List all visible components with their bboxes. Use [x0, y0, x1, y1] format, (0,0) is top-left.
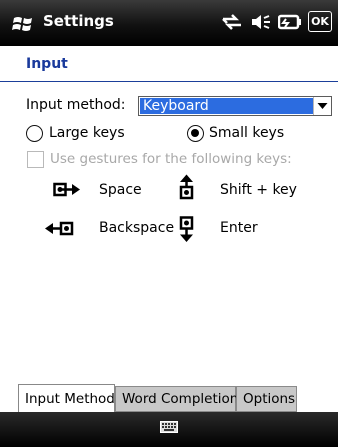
status-icons: OK	[220, 11, 332, 32]
battery-icon[interactable]	[278, 12, 302, 32]
page-title: Input	[26, 56, 68, 72]
large-keys-label[interactable]: Large keys	[49, 125, 125, 141]
tab-input-method[interactable]: Input Method	[18, 384, 115, 412]
backspace-gesture-icon	[45, 221, 74, 236]
small-keys-radio[interactable]	[187, 125, 204, 142]
space-gesture-label: Space	[99, 182, 142, 198]
volume-icon[interactable]	[250, 12, 272, 32]
page-header: Input	[0, 46, 338, 82]
enter-gesture-label: Enter	[220, 220, 258, 236]
ok-button[interactable]: OK	[308, 11, 332, 32]
tab-options[interactable]: Options	[236, 386, 297, 412]
chevron-down-icon	[317, 103, 328, 109]
tab-strip: Word Completion Options Input Method	[0, 384, 338, 412]
use-gestures-label: Use gestures for the following keys:	[50, 151, 292, 167]
large-keys-radio[interactable]	[26, 125, 43, 142]
small-keys-label[interactable]: Small keys	[209, 125, 284, 141]
title-bar: Settings OK	[0, 0, 338, 46]
backspace-gesture-label: Backspace	[99, 220, 175, 236]
tab-word-completion[interactable]: Word Completion	[115, 386, 238, 412]
shift-gesture-label: Shift + key	[220, 182, 297, 198]
input-method-selected-value[interactable]: Keyboard	[140, 98, 313, 114]
dropdown-button[interactable]	[313, 97, 331, 115]
connectivity-icon[interactable]	[220, 12, 244, 32]
input-method-label: Input method:	[26, 97, 126, 113]
enter-gesture-icon	[179, 216, 194, 242]
use-gestures-checkbox[interactable]	[27, 151, 44, 168]
keyboard-icon[interactable]	[160, 421, 178, 433]
input-settings-panel: Input method: Keyboard Large keys Small …	[0, 83, 338, 383]
windows-logo-icon[interactable]	[12, 14, 36, 34]
app-title: Settings	[43, 12, 114, 30]
shift-gesture-icon	[179, 174, 194, 200]
input-method-dropdown[interactable]: Keyboard	[138, 96, 332, 116]
space-gesture-icon	[53, 182, 80, 197]
bottom-menu-bar	[0, 412, 338, 447]
settings-window: Settings OK Input Input method: Keyboard…	[0, 0, 338, 447]
